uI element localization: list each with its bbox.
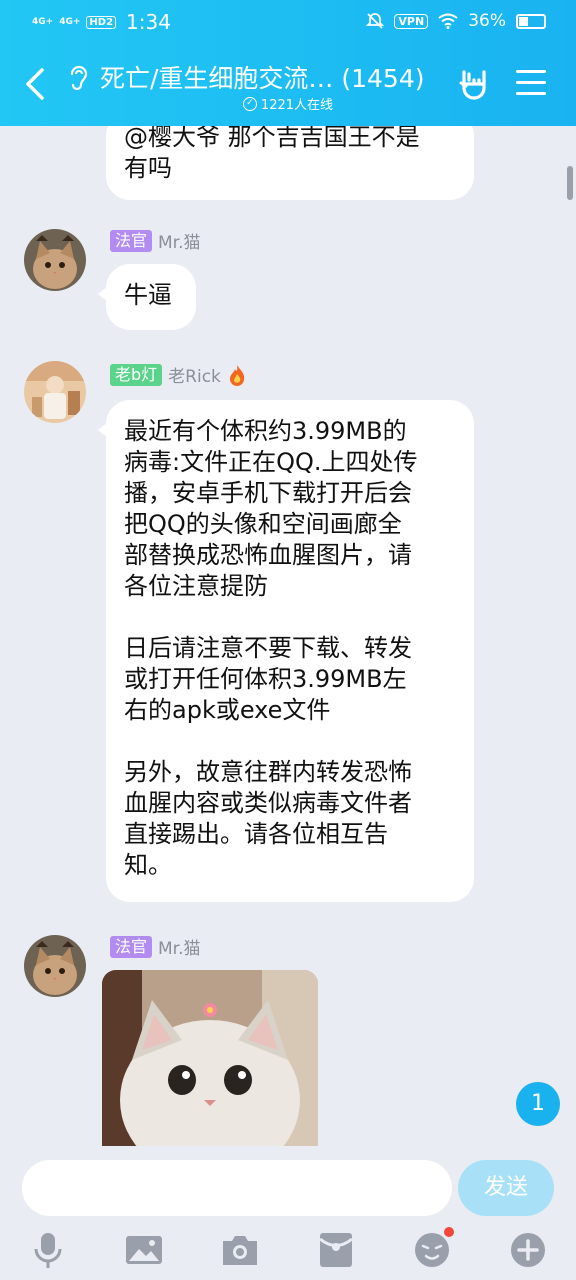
- chat-header: 4G+ 4G+ HD2 1:34 VPN 36% 死亡/重生细胞交流… (145…: [0, 0, 576, 126]
- camera-icon[interactable]: [220, 1230, 260, 1270]
- message-bubble[interactable]: 牛逼: [98, 264, 196, 330]
- online-label: 1221人在线: [260, 98, 334, 113]
- rock-hand-icon[interactable]: [456, 66, 492, 102]
- chat-area[interactable]: @樱大爷 那个吉吉国王不是 有吗 法官 Mr.猫 牛逼 老b灯 老Rick 最近…: [0, 126, 576, 1146]
- cat-photo: [102, 970, 318, 1146]
- sender-name[interactable]: 老Rick: [168, 362, 221, 387]
- sender-info: 老b灯 老Rick: [110, 362, 247, 387]
- menu-line: [516, 70, 546, 73]
- role-badge: 法官: [110, 229, 153, 252]
- fire-icon: [229, 364, 245, 386]
- unread-badge[interactable]: 1: [516, 1082, 560, 1126]
- nav-bar: 死亡/重生细胞交流… (1454) ✓ 1221人在线: [0, 44, 576, 126]
- message-input[interactable]: [22, 1160, 452, 1216]
- plus-icon[interactable]: [508, 1230, 548, 1270]
- vpn-icon: VPN: [394, 13, 429, 29]
- status-bar: 4G+ 4G+ HD2 1:34 VPN 36%: [0, 0, 576, 44]
- message-text: 牛逼: [124, 281, 172, 309]
- red-packet-icon[interactable]: [316, 1230, 356, 1270]
- microphone-icon[interactable]: [28, 1230, 68, 1270]
- send-button[interactable]: 发送: [458, 1160, 554, 1216]
- menu-line: [516, 92, 546, 95]
- message-bubble[interactable]: @樱大爷 那个吉吉国王不是 有吗: [106, 126, 474, 200]
- battery-icon: [516, 13, 546, 29]
- check-icon: ✓: [242, 96, 257, 111]
- hd-icon: HD2: [86, 15, 117, 29]
- rick-avatar-icon: [24, 361, 86, 423]
- toolbar: [0, 1227, 576, 1272]
- avatar[interactable]: [24, 229, 86, 291]
- ear-icon: [70, 65, 88, 91]
- scrollbar[interactable]: [567, 166, 573, 200]
- message-text: 最近有个体积约3.99MB的 病毒:文件正在QQ.上四处传 播，安卓手机下载打开…: [124, 417, 418, 879]
- sender-info: 法官 Mr.猫: [110, 934, 201, 959]
- wifi-icon: [438, 13, 458, 29]
- page-title[interactable]: 死亡/重生细胞交流… (1454): [100, 59, 425, 95]
- message-text: @樱大爷 那个吉吉国王不是 有吗: [124, 126, 420, 182]
- notification-dot: [444, 1227, 454, 1237]
- input-bar: 发送: [0, 1146, 576, 1280]
- menu-line: [516, 81, 546, 84]
- cat-avatar-icon: [24, 229, 86, 291]
- role-badge: 法官: [110, 935, 153, 958]
- sender-name[interactable]: Mr.猫: [158, 934, 201, 959]
- message-bubble[interactable]: 最近有个体积约3.99MB的 病毒:文件正在QQ.上四处传 播，安卓手机下载打开…: [98, 400, 474, 902]
- cat-avatar-icon: [24, 935, 86, 997]
- role-badge: 老b灯: [110, 363, 163, 386]
- clock: 1:34: [126, 10, 171, 34]
- menu-button[interactable]: [516, 70, 546, 96]
- emoji-button[interactable]: [412, 1227, 454, 1270]
- sender-info: 法官 Mr.猫: [110, 228, 201, 253]
- avatar[interactable]: [24, 361, 86, 423]
- avatar[interactable]: [24, 935, 86, 997]
- signal-icon: 4G+: [32, 16, 54, 27]
- battery-percent: 36%: [468, 11, 506, 31]
- mute-icon: [366, 13, 385, 29]
- image-message[interactable]: [102, 970, 318, 1146]
- signal-icon-2: 4G+: [59, 16, 81, 27]
- image-icon[interactable]: [124, 1230, 164, 1270]
- sender-name[interactable]: Mr.猫: [158, 228, 201, 253]
